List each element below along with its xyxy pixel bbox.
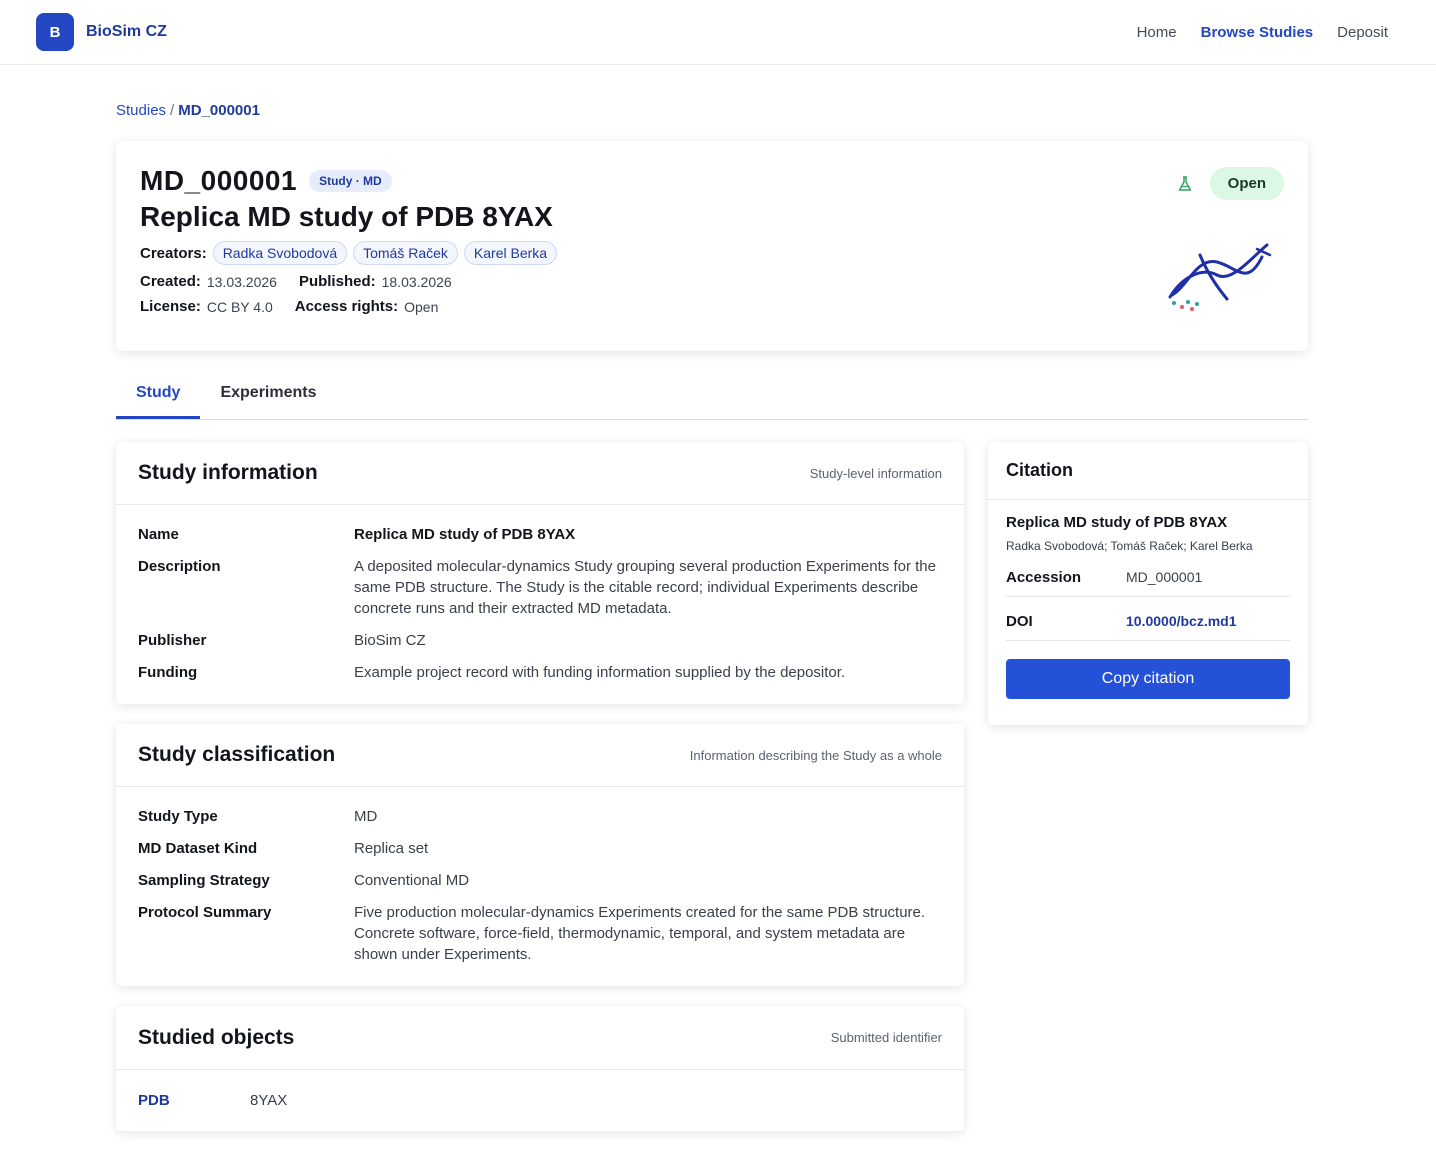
license-line: License: CC BY 4.0 Access rights: Open bbox=[140, 298, 1284, 315]
molecule-icon bbox=[1168, 243, 1272, 311]
class-row-protocol: Protocol Summary Five production molecul… bbox=[138, 904, 926, 963]
breadcrumb-current: MD_000001 bbox=[178, 102, 260, 119]
info-row-funding: Funding Example project record with fund… bbox=[138, 664, 846, 681]
card-title: Citation bbox=[1006, 460, 1073, 480]
tab-study[interactable]: Study bbox=[116, 372, 201, 419]
card-title: Study information bbox=[138, 461, 318, 484]
top-navbar: B BioSim CZ Home Browse Studies Deposit bbox=[0, 0, 1436, 65]
citation-accession-row: Accession MD_000001 bbox=[1006, 559, 1290, 597]
study-type-badge: Study · MD bbox=[309, 170, 392, 192]
copy-citation-button[interactable]: Copy citation bbox=[1006, 659, 1290, 699]
studied-objects-card: Studied objects Submitted identifier PDB… bbox=[116, 1006, 964, 1131]
object-identifier: 8YAX bbox=[250, 1092, 288, 1109]
citation-authors: Radka Svobodová; Tomáš Raček; Karel Berk… bbox=[1006, 539, 1253, 553]
info-row-description: Description A deposited molecular-dynami… bbox=[138, 558, 936, 617]
class-row-dataset-kind: MD Dataset Kind Replica set bbox=[138, 840, 429, 857]
published-date: 18.03.2026 bbox=[381, 273, 452, 290]
brand-logo[interactable]: B bbox=[36, 13, 74, 51]
creators-line: Creators: Radka Svobodová Tomáš Raček Ka… bbox=[140, 241, 1284, 265]
card-subtitle: Information describing the Study as a wh… bbox=[689, 747, 942, 763]
main-nav: Home Browse Studies Deposit bbox=[1137, 24, 1388, 41]
breadcrumb: Studies / MD_000001 bbox=[116, 102, 260, 119]
card-title: Study classification bbox=[138, 743, 336, 766]
card-subtitle: Study-level information bbox=[809, 465, 942, 481]
dates-line: Created: 13.03.2026 Published: 18.03.202… bbox=[140, 273, 1284, 290]
citation-card: Citation Replica MD study of PDB 8YAX Ra… bbox=[988, 442, 1308, 725]
card-subtitle: Submitted identifier bbox=[830, 1030, 942, 1045]
info-row-publisher: Publisher BioSim CZ bbox=[138, 632, 426, 649]
nav-home[interactable]: Home bbox=[1137, 24, 1177, 41]
card-title: Studied objects bbox=[138, 1025, 295, 1049]
nav-deposit[interactable]: Deposit bbox=[1337, 24, 1388, 41]
flask-icon bbox=[1178, 175, 1191, 191]
creator-chip[interactable]: Radka Svobodová bbox=[212, 241, 348, 265]
access-rights-value: Open bbox=[404, 298, 439, 315]
created-label: Created: bbox=[140, 273, 201, 290]
created-date: 13.03.2026 bbox=[206, 273, 277, 290]
citation-doi-row: DOI 10.0000/bcz.md1 bbox=[1006, 597, 1290, 641]
tab-experiments[interactable]: Experiments bbox=[200, 372, 336, 419]
creator-chip[interactable]: Tomáš Raček bbox=[353, 241, 458, 265]
info-row-name: Name Replica MD study of PDB 8YAX bbox=[138, 526, 576, 543]
creators-label: Creators: bbox=[140, 244, 207, 262]
published-label: Published: bbox=[298, 273, 376, 290]
class-row-sampling: Sampling Strategy Conventional MD bbox=[138, 872, 470, 889]
brand-name[interactable]: BioSim CZ bbox=[86, 23, 167, 41]
breadcrumb-studies[interactable]: Studies bbox=[116, 102, 166, 119]
object-row: PDB 8YAX bbox=[138, 1090, 942, 1111]
page-title: Replica MD study of PDB 8YAX bbox=[140, 201, 553, 232]
study-information-card: Study information Study-level informatio… bbox=[116, 442, 964, 704]
status-badge: Open bbox=[1209, 167, 1284, 200]
citation-accession: MD_000001 bbox=[1126, 569, 1203, 585]
license-value: CC BY 4.0 bbox=[206, 298, 273, 315]
access-rights-label: Access rights: bbox=[294, 298, 399, 315]
nav-browse-studies[interactable]: Browse Studies bbox=[1201, 24, 1314, 41]
doi-link[interactable]: 10.0000/bcz.md1 bbox=[1126, 613, 1237, 630]
breadcrumb-separator: / bbox=[170, 102, 175, 119]
license-label: License: bbox=[140, 298, 201, 315]
object-type-link[interactable]: PDB bbox=[138, 1090, 250, 1111]
brand[interactable]: B BioSim CZ bbox=[36, 13, 167, 51]
creator-chip[interactable]: Karel Berka bbox=[463, 241, 558, 265]
study-header-card: MD_000001 Study · MD Replica MD study of… bbox=[116, 141, 1308, 351]
class-row-study-type: Study Type MD bbox=[138, 808, 378, 825]
citation-name: Replica MD study of PDB 8YAX bbox=[1006, 514, 1228, 531]
tab-bar: Study Experiments bbox=[116, 372, 1308, 420]
study-accession: MD_000001 bbox=[140, 165, 298, 196]
study-classification-card: Study classification Information describ… bbox=[116, 724, 964, 986]
